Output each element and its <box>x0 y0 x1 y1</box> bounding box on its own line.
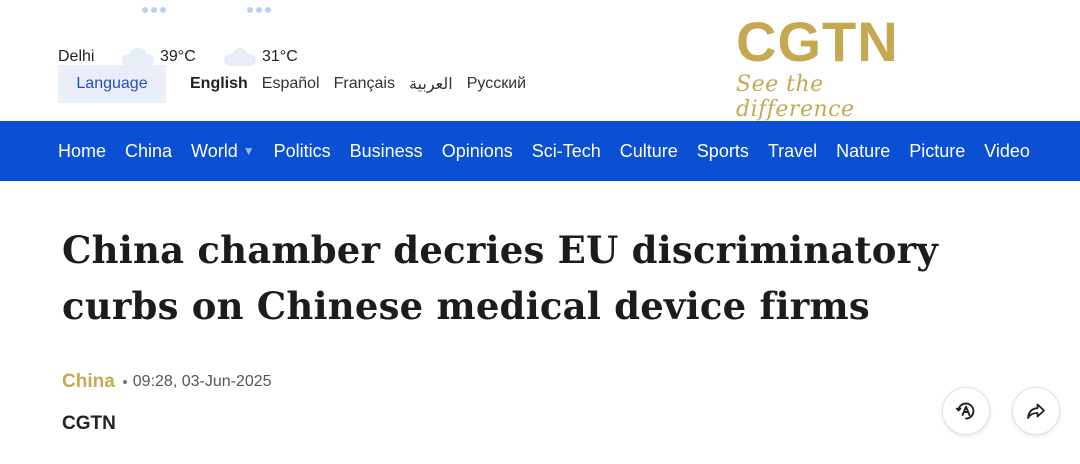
caret-down-icon: ▼ <box>242 144 255 158</box>
language-option-english[interactable]: English <box>190 75 248 93</box>
language-option-spanish[interactable]: Español <box>262 75 320 93</box>
language-option-arabic[interactable]: العربية <box>409 74 453 94</box>
nav-item-label: Travel <box>767 140 818 161</box>
nav-item-travel[interactable]: Travel <box>768 141 817 162</box>
nav-item-label: Sci-Tech <box>531 140 601 161</box>
nav-item-nature[interactable]: Nature <box>836 141 890 162</box>
nav-item-picture[interactable]: Picture <box>909 141 965 162</box>
nav-item-sports[interactable]: Sports <box>697 141 749 162</box>
language-option-french[interactable]: Français <box>334 75 395 93</box>
nav-item-sci-tech[interactable]: Sci-Tech <box>532 141 601 162</box>
accessibility-icon <box>955 402 975 420</box>
weather-decoration <box>247 0 274 13</box>
nav-item-world[interactable]: World ▼ <box>191 141 255 162</box>
share-icon <box>1027 403 1045 419</box>
language-selector: Language English Español Français العربي… <box>58 64 526 104</box>
article-headline: China chamber decries EU discriminatory … <box>62 228 939 328</box>
nav-item-label: Home <box>58 140 107 161</box>
article-source: CGTN <box>62 413 116 434</box>
nav-item-home[interactable]: Home <box>58 141 106 162</box>
logo-wordmark: CGTN <box>736 10 899 73</box>
language-option-russian[interactable]: Русский <box>467 75 526 93</box>
cgtn-logo[interactable]: CGTN See the difference <box>736 10 916 123</box>
meta-separator <box>122 380 127 384</box>
nav-item-label: Culture <box>619 140 678 161</box>
nav-item-label: Sports <box>696 140 749 161</box>
nav-item-label: Nature <box>836 140 891 161</box>
weather-decoration <box>142 0 169 13</box>
nav-item-label: Picture <box>909 140 966 161</box>
language-button[interactable]: Language <box>58 65 166 103</box>
nav-item-label: Video <box>984 140 1030 161</box>
nav-item-label: Business <box>349 140 423 161</box>
nav-item-label: China <box>125 140 173 161</box>
nav-item-china[interactable]: China <box>125 141 172 162</box>
nav-item-culture[interactable]: Culture <box>620 141 678 162</box>
article-meta: China 09:28, 03-Jun-2025 <box>62 369 272 395</box>
article-category-link[interactable]: China <box>62 371 115 393</box>
nav-item-label: Opinions <box>441 140 513 161</box>
main-nav: Home China World ▼ Politics Business Opin… <box>0 121 1080 181</box>
article-timestamp: 09:28, 03-Jun-2025 <box>132 373 272 390</box>
top-header: Delhi 39°C 31°C Language English Español… <box>0 0 1080 123</box>
nav-item-video[interactable]: Video <box>984 141 1030 162</box>
nav-item-opinions[interactable]: Opinions <box>442 141 513 162</box>
nav-item-business[interactable]: Business <box>350 141 423 162</box>
nav-item-label: Politics <box>273 140 331 161</box>
nav-item-politics[interactable]: Politics <box>274 141 331 162</box>
accessibility-button[interactable] <box>942 387 990 435</box>
share-button[interactable] <box>1012 387 1060 435</box>
logo-tagline: See the difference <box>736 72 855 122</box>
nav-item-label: World <box>191 140 238 161</box>
